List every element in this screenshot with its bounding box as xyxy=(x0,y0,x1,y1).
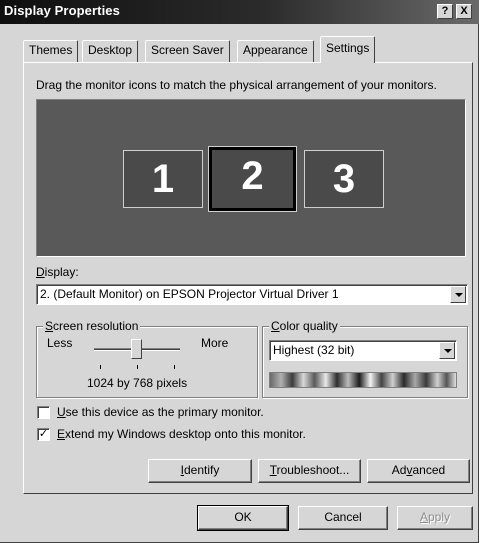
advanced-button[interactable]: Advanced xyxy=(367,459,470,483)
ok-button[interactable]: OK xyxy=(197,505,289,531)
check-icon: ✓ xyxy=(38,428,49,440)
resolution-slider-thumb[interactable] xyxy=(131,339,142,359)
monitor-arrangement-area: 1 2 3 xyxy=(36,99,466,257)
screen-resolution-group: Screen resolution Less More 1024 by 768 … xyxy=(36,319,258,398)
help-button[interactable]: ? xyxy=(437,4,453,19)
primary-monitor-checkbox[interactable] xyxy=(37,406,50,419)
color-quality-select[interactable]: Highest (32 bit) xyxy=(269,340,457,361)
close-button[interactable]: X xyxy=(456,4,472,19)
apply-button[interactable]: Apply xyxy=(397,506,473,530)
display-label: Display: xyxy=(36,265,79,279)
monitor-1-icon[interactable]: 1 xyxy=(123,150,203,208)
color-quality-value: Highest (32 bit) xyxy=(273,343,355,357)
screen-resolution-title: Screen resolution xyxy=(43,319,141,333)
tab-screen-saver[interactable]: Screen Saver xyxy=(145,40,230,62)
monitor-3-icon[interactable]: 3 xyxy=(304,150,384,208)
display-select-value: 2. (Default Monitor) on EPSON Projector … xyxy=(40,287,339,301)
window-title: Display Properties xyxy=(4,3,120,18)
tab-themes[interactable]: Themes xyxy=(23,40,79,62)
arrangement-instructions: Drag the monitor icons to match the phys… xyxy=(36,78,437,92)
troubleshoot-button[interactable]: Troubleshoot... xyxy=(258,459,361,483)
chevron-down-icon[interactable] xyxy=(450,286,466,303)
resolution-less-label: Less xyxy=(47,336,73,350)
title-bar[interactable]: Display Properties ? X xyxy=(0,0,479,24)
identify-button[interactable]: Identify xyxy=(148,459,252,483)
resolution-value: 1024 by 768 pixels xyxy=(87,376,188,390)
tab-appearance[interactable]: Appearance xyxy=(237,40,314,62)
slider-tick xyxy=(100,365,101,369)
slider-tick xyxy=(137,365,138,369)
primary-monitor-label: Use this device as the primary monitor. xyxy=(57,405,264,419)
monitor-2-icon[interactable]: 2 xyxy=(208,146,297,212)
tab-desktop[interactable]: Desktop xyxy=(82,40,139,62)
extend-desktop-checkbox[interactable]: ✓ xyxy=(37,428,50,441)
color-quality-preview-bar xyxy=(269,372,457,388)
cancel-button[interactable]: Cancel xyxy=(298,506,388,530)
display-select[interactable]: 2. (Default Monitor) on EPSON Projector … xyxy=(36,284,468,305)
extend-desktop-label: Extend my Windows desktop onto this moni… xyxy=(57,427,306,441)
chevron-down-icon[interactable] xyxy=(439,342,455,359)
display-properties-window: Display Properties ? X Themes Desktop Sc… xyxy=(0,0,479,543)
resolution-more-label: More xyxy=(201,336,229,350)
slider-tick xyxy=(174,365,175,369)
tab-settings[interactable]: Settings xyxy=(320,36,376,63)
color-quality-title: Color quality xyxy=(269,319,340,333)
